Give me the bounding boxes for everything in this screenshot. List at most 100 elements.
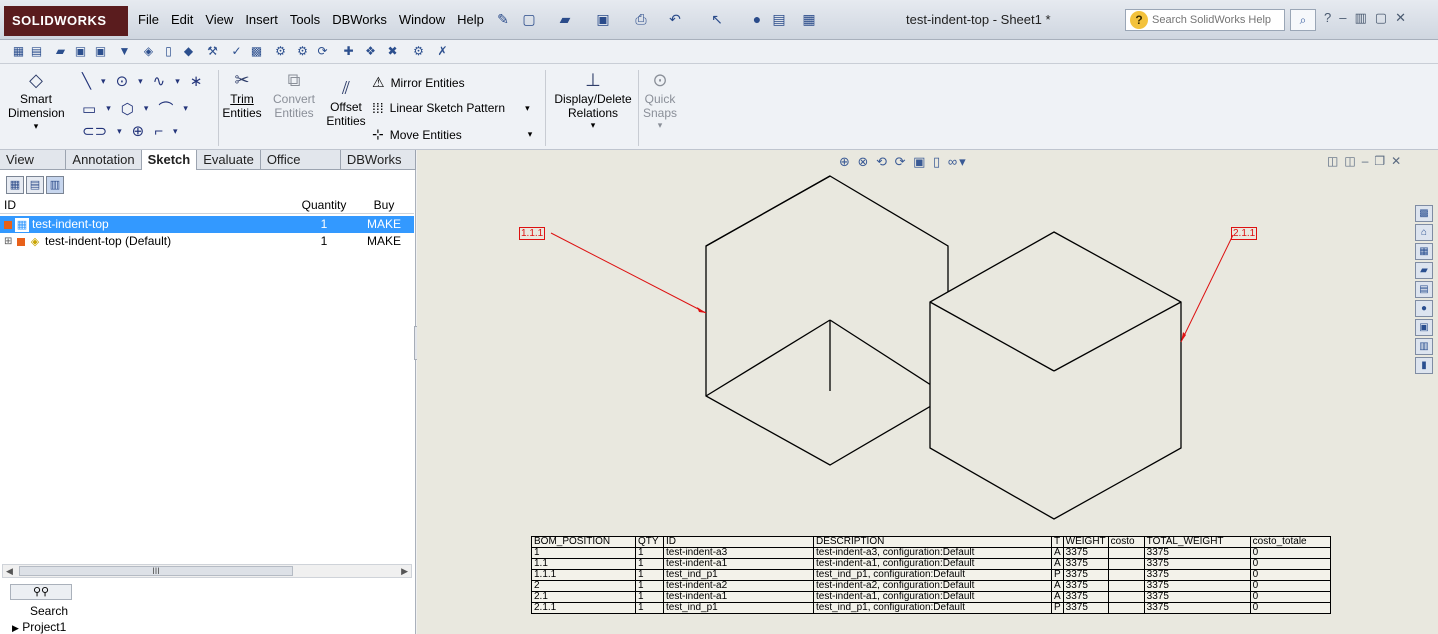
tree-view-icon[interactable]: ▦ [6,176,24,194]
help-search-input[interactable] [1152,14,1272,26]
search-label[interactable]: Search [30,604,68,618]
column-header-quantity[interactable]: Quantity [294,198,354,213]
save-icon[interactable]: ▣ [594,10,612,28]
design-library-icon[interactable]: ▦ [1415,243,1433,260]
close-icon[interactable]: ✕ [1395,10,1406,26]
arc-icon[interactable]: ⌒ [158,98,173,119]
menu-tools[interactable]: Tools [290,12,320,27]
bom-view-icon[interactable]: ▥ [46,176,64,194]
bom-table-row[interactable]: 2.1 1 test-indent-a1 test-indent-a1, config… [531,591,1331,603]
bom-table-row[interactable]: 2 1 test-indent-a2 test-indent-a2, configur… [531,580,1331,592]
tab-office-products[interactable]: Office Products [261,150,341,186]
refresh-icon[interactable]: ⟳ [314,43,331,60]
bom-row-top[interactable]: ▦ test-indent-top 1 MAKE [0,216,414,233]
spline-icon[interactable]: ∿ [153,72,166,90]
binoculars-icon[interactable]: ⚲⚲ [10,584,72,600]
tool-icon[interactable]: ⚒ [204,43,221,60]
settings-icon[interactable]: ⚙ [410,43,427,60]
sheet-format-icon[interactable]: ▦ [10,43,27,60]
bom-table-row[interactable]: 1.1.1 1 test_ind_p1 test_ind_p1, configurat… [531,569,1331,581]
column-header-id[interactable]: ID [0,198,294,213]
sheet-icon[interactable]: ▤ [28,43,45,60]
bom-row-default[interactable]: ⊞ ◈ test-indent-top (Default) 1 MAKE [0,233,414,250]
save-all-icon[interactable]: ▣ [72,43,89,60]
scroll-thumb[interactable]: III [19,566,293,576]
check-icon[interactable]: ✓ [228,43,245,60]
menu-help[interactable]: Help [457,12,484,27]
cube-view-1[interactable] [705,175,949,466]
tab-dbworks-r15[interactable]: DBWorks R15 [341,150,416,186]
custom-properties-icon[interactable]: ▣ [1415,319,1433,336]
linear-sketch-pattern-button[interactable]: ⁞⁞⁞ Linear Sketch Pattern ▾ [372,100,530,116]
balloon-2-1-1[interactable]: 2.1.1 [1231,227,1258,240]
bom-add-icon[interactable]: ✚ [340,43,357,60]
menu-file[interactable]: File [138,12,159,27]
tab-view-layout[interactable]: View Layout [0,150,67,186]
chevron-down-icon[interactable]: ▾ [525,103,530,114]
bom-table-row[interactable]: 2.1.1 1 test_ind_p1 test_ind_p1, configurat… [531,602,1331,614]
file-properties-icon[interactable]: ▤ [770,10,788,28]
scroll-right-icon[interactable]: ▶ [401,565,408,577]
fillet-icon[interactable]: ⌐ [154,123,163,140]
bom-delete-icon[interactable]: ✖ [384,43,401,60]
resources-icon[interactable]: ▩ [1415,205,1433,222]
bom-table[interactable]: BOM_POSITION QTY ID DESCRIPTION T WEIGHT costo… [531,536,1331,614]
save-icon[interactable]: ▣ [92,43,109,60]
maximize-icon[interactable]: ▢ [1375,10,1387,26]
view-palette-icon[interactable]: ▤ [1415,281,1433,298]
expand-icon[interactable]: ⊞ [4,233,14,250]
menu-edit[interactable]: Edit [171,12,193,27]
color-icon[interactable]: ◆ [180,43,197,60]
bom-pane-icon[interactable]: ▮ [1415,357,1433,374]
rectangle-icon[interactable]: ▭ [82,100,96,118]
expand-arrow-icon[interactable]: ▶ [12,623,19,633]
pin-icon[interactable]: ✎ [494,10,512,28]
convert-entities-button[interactable]: ⧉ Convert Entities [270,70,318,120]
open-icon[interactable]: ▰ [52,43,69,60]
slot-icon[interactable]: ⊂⊃ [82,122,107,140]
appearances-icon[interactable]: ● [1415,300,1433,317]
bom-table-row[interactable]: 1.1 1 test-indent-a1 test-indent-a1, config… [531,558,1331,570]
rebuild-icon[interactable]: ● [748,10,766,28]
display-delete-relations-button[interactable]: ⊥ Display/Delete Relations ▾ [552,70,634,131]
dbworks-icon[interactable]: ◈ [140,43,157,60]
menu-dbworks[interactable]: DBWorks [332,12,387,27]
select-pointer-icon[interactable]: ↖ [708,10,726,28]
gear-icon[interactable]: ⚙ [294,43,311,60]
bom-table-row[interactable]: 1 1 test-indent-a3 test-indent-a3, configur… [531,547,1331,559]
help-search-box[interactable]: ? [1125,9,1285,31]
file-explorer-icon[interactable]: ▰ [1415,262,1433,279]
bom-icon[interactable]: ❖ [362,43,379,60]
help-menu-icon[interactable]: ? [1324,10,1331,26]
grid-icon[interactable]: ▩ [248,43,265,60]
smart-dimension-button[interactable]: ◇ Smart Dimension ▾ [8,70,65,132]
home-icon[interactable]: ⌂ [1415,224,1433,241]
cube-view-2[interactable] [929,231,1182,520]
options-icon[interactable]: ▦ [800,10,818,28]
properties-view-icon[interactable]: ▤ [26,176,44,194]
document-icon[interactable]: ▯ [160,43,177,60]
horizontal-scrollbar[interactable]: ◀ III ▶ [2,564,412,578]
filter-icon[interactable]: ▼ [116,43,133,60]
new-document-icon[interactable]: ▢ [520,10,538,28]
tools-icon[interactable]: ✗ [434,43,451,60]
column-header-buy[interactable]: Buy [354,198,414,213]
quick-snaps-button[interactable]: ⊙ Quick Snaps ▾ [640,70,680,131]
tab-annotation[interactable]: Annotation [66,150,142,170]
tab-sketch[interactable]: Sketch [141,150,198,170]
trim-entities-button[interactable]: ✂ Trim Entities [222,70,262,120]
point-icon[interactable]: ∗ [190,72,203,90]
dbworks-pane-icon[interactable]: ▥ [1415,338,1433,355]
polygon-icon[interactable]: ⬡ [121,100,134,118]
offset-entities-button[interactable]: ⫽ Offset Entities [324,78,368,128]
circle-icon[interactable]: ⊙ [116,72,129,90]
line-icon[interactable]: ╲ [82,72,91,90]
menu-window[interactable]: Window [399,12,445,27]
restore-icon[interactable]: ▥ [1354,10,1366,26]
balloon-1-1-1[interactable]: 1.1.1 [519,227,546,240]
tab-evaluate[interactable]: Evaluate [197,150,261,170]
ellipse-icon[interactable]: ⊕ [132,122,145,140]
scroll-left-icon[interactable]: ◀ [6,565,13,577]
menu-view[interactable]: View [205,12,233,27]
solidworks-logo[interactable]: SOLIDWORKS [4,6,128,36]
